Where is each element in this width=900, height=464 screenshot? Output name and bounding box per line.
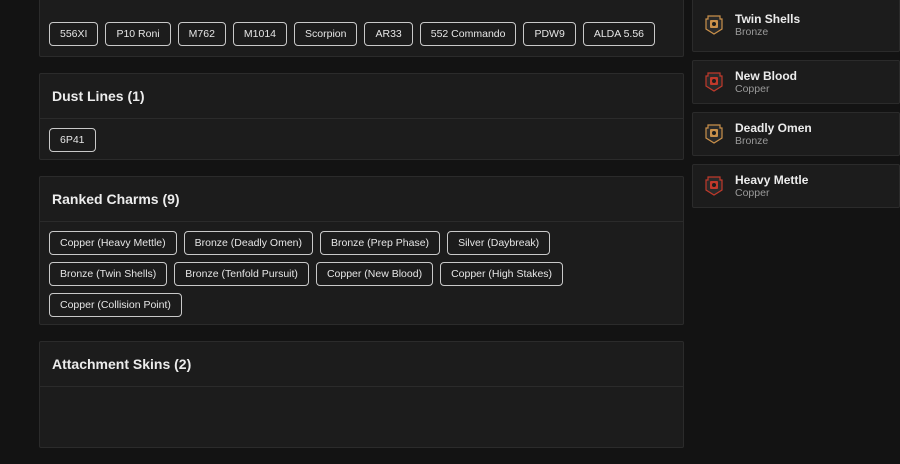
copper-rank-badge-icon	[705, 72, 723, 92]
weapon-chip[interactable]: M1014	[232, 22, 288, 46]
ranked-charm-item[interactable]: Deadly Omen Bronze	[692, 112, 900, 156]
ranked-charm-tier: Bronze	[735, 26, 769, 38]
ranked-charms-title: Ranked Charms (9)	[40, 177, 683, 222]
weapon-chip[interactable]: Scorpion	[294, 22, 358, 46]
attachment-skins-card: Attachment Skins (2)	[39, 341, 684, 448]
charm-chip[interactable]: Bronze (Prep Phase)	[320, 231, 441, 255]
charm-chip[interactable]: Copper (Heavy Mettle)	[49, 231, 177, 255]
weapon-chip[interactable]: PDW9	[523, 22, 576, 46]
dust-lines-title: Dust Lines (1)	[40, 74, 683, 119]
attachment-skins-title: Attachment Skins (2)	[40, 342, 683, 387]
ranked-charm-text: New Blood Copper	[735, 69, 797, 95]
ranked-charm-name: Twin Shells	[735, 12, 801, 26]
ranked-charm-item[interactable]: Twin Shells Bronze	[692, 0, 900, 52]
charm-chip[interactable]: Silver (Daybreak)	[447, 231, 551, 255]
ranked-charm-tier: Copper	[735, 187, 770, 199]
ranked-charm-list: Twin Shells Bronze New Blood Copper Deadly O…	[692, 0, 900, 216]
ranked-charm-tier: Copper	[735, 83, 770, 95]
ranked-charm-tier: Bronze	[735, 135, 769, 147]
ranked-charm-name: Heavy Mettle	[735, 173, 809, 187]
ranked-charm-item[interactable]: New Blood Copper	[692, 60, 900, 104]
ranked-charm-text: Twin Shells Bronze	[735, 12, 800, 38]
weapon-chip[interactable]: M762	[177, 22, 226, 46]
attachment-skins-body	[40, 387, 683, 447]
charm-chip[interactable]: Copper (High Stakes)	[440, 262, 564, 286]
left-column: 556XI P10 Roni M762 M1014 Scorpion AR33 552 Co…	[39, 0, 684, 464]
weapon-chip[interactable]: AR33	[364, 22, 413, 46]
charm-chip[interactable]: Bronze (Twin Shells)	[49, 262, 168, 286]
ranked-charms-chip-list: Copper (Heavy Mettle) Bronze (Deadly Omen…	[40, 222, 683, 324]
weapon-chip[interactable]: 552 Commando	[419, 22, 517, 46]
weapon-chip-list: 556XI P10 Roni M762 M1014 Scorpion AR33 552 Co…	[40, 0, 683, 56]
dust-lines-chip-list: 6P41	[40, 119, 683, 159]
ranked-charm-name: New Blood	[735, 69, 797, 83]
dust-line-chip[interactable]: 6P41	[49, 128, 96, 152]
copper-rank-badge-icon	[705, 176, 723, 196]
weapon-chip[interactable]: P10 Roni	[105, 22, 171, 46]
charm-chip[interactable]: Copper (Collision Point)	[49, 293, 182, 317]
dust-lines-card: Dust Lines (1) 6P41	[39, 73, 684, 160]
weapon-chip[interactable]: 556XI	[49, 22, 99, 46]
ranked-charm-text: Deadly Omen Bronze	[735, 121, 812, 147]
ranked-charm-text: Heavy Mettle Copper	[735, 173, 808, 199]
weapon-chip[interactable]: ALDA 5.56	[582, 22, 656, 46]
charm-chip[interactable]: Bronze (Deadly Omen)	[183, 231, 313, 255]
ranked-charms-card: Ranked Charms (9) Copper (Heavy Mettle) B…	[39, 176, 684, 325]
charm-chip[interactable]: Copper (New Blood)	[315, 262, 434, 286]
ranked-charm-item[interactable]: Heavy Mettle Copper	[692, 164, 900, 208]
weapon-skins-card: 556XI P10 Roni M762 M1014 Scorpion AR33 552 Co…	[39, 0, 684, 57]
bronze-rank-badge-icon	[705, 124, 723, 144]
bronze-rank-badge-icon	[705, 15, 723, 35]
ranked-charm-name: Deadly Omen	[735, 121, 812, 135]
charm-chip[interactable]: Bronze (Tenfold Pursuit)	[174, 262, 309, 286]
